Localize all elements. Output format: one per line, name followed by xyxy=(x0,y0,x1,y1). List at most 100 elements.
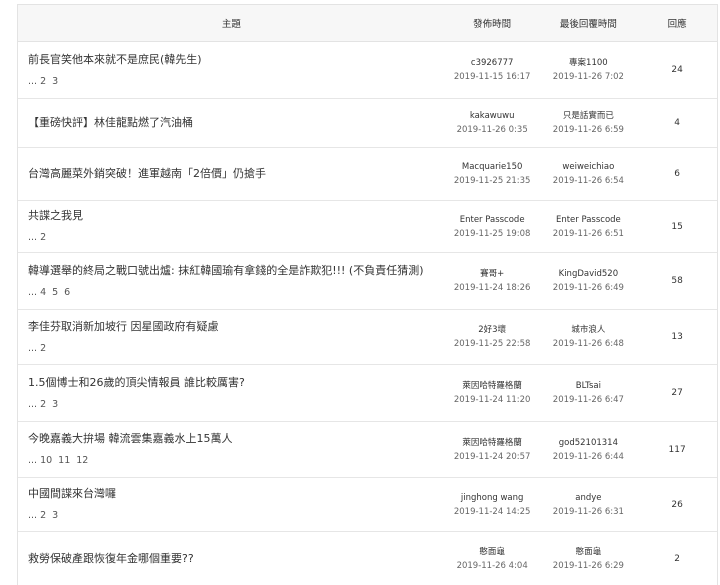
posted-time: 2019-11-26 4:04 xyxy=(456,561,528,571)
page-link[interactable]: 2 xyxy=(40,510,46,521)
posted-cell: kakawuwu 2019-11-26 0:35 xyxy=(445,109,540,137)
last-reply-user-link[interactable]: 只是話實而已 xyxy=(540,109,638,123)
table-row: 前長官笑他本來就不是庶民(韓先生)... 2 3 c3926777 2019-11-15… xyxy=(18,42,717,99)
posted-time: 2019-11-25 22:58 xyxy=(453,339,531,349)
posted-cell: Macquarie150 2019-11-25 21:35 xyxy=(445,160,540,188)
thread-title-link[interactable]: 李佳芬取消新加坡行 因星國政府有疑慮 xyxy=(28,320,445,334)
page-links: ... 2 xyxy=(28,343,445,355)
page-link[interactable]: 6 xyxy=(64,287,70,298)
page-link[interactable]: 11 xyxy=(58,455,70,466)
thread-title-link[interactable]: 【重磅快評】林佳龍點燃了汽油桶 xyxy=(28,116,445,130)
page-link[interactable]: 2 xyxy=(40,343,46,354)
posted-cell: jinghong wang 2019-11-24 14:25 xyxy=(445,491,540,519)
thread-title-link[interactable]: 1.5個博士和26歲的頂尖情報員 誰比較厲害? xyxy=(28,376,445,390)
thread-title-link[interactable]: 今晚嘉義大拚場 韓流雲集嘉義水上15萬人 xyxy=(28,432,445,446)
page-link[interactable]: 2 xyxy=(40,399,46,410)
posted-time: 2019-11-24 14:25 xyxy=(453,506,531,517)
author-link[interactable]: 憨面龜 xyxy=(445,545,540,559)
posted-cell: Enter Passcode 2019-11-25 19:08 xyxy=(445,213,540,241)
reply-count: 6 xyxy=(674,169,680,179)
last-reply-cell: god52101314 2019-11-26 6:44 xyxy=(540,436,638,464)
table-row: 中國間諜來台灣囉... 2 3 jinghong wang 2019-11-24 14:… xyxy=(18,478,717,532)
reply-count: 13 xyxy=(671,332,683,342)
topic-cell: 【重磅快評】林佳龍點燃了汽油桶 xyxy=(18,116,445,130)
posted-cell: 萊因哈特羅格蘭 2019-11-24 20:57 xyxy=(445,436,540,464)
page-link[interactable]: 2 xyxy=(40,232,46,243)
thread-title-link[interactable]: 救勞保破產跟恢復年金哪個重要?? xyxy=(28,552,445,566)
page-link[interactable]: 5 xyxy=(52,287,58,298)
last-reply-user-link[interactable]: BLTsai xyxy=(540,379,638,393)
header-topic: 主題 xyxy=(221,19,241,30)
last-reply-cell: andye 2019-11-26 6:31 xyxy=(540,491,638,519)
thread-title-link[interactable]: 共諜之我見 xyxy=(28,209,445,223)
last-reply-time: 2019-11-26 6:44 xyxy=(552,451,624,462)
page-links: ... 2 3 xyxy=(28,510,445,522)
posted-cell: 萊因哈特羅格蘭 2019-11-24 11:20 xyxy=(445,379,540,407)
page-link[interactable]: 3 xyxy=(52,510,58,521)
table-row: 李佳芬取消新加坡行 因星國政府有疑慮... 2 2好3壞 2019-11-25 22:… xyxy=(18,310,717,365)
page-link[interactable]: 12 xyxy=(76,455,88,466)
last-reply-cell: BLTsai 2019-11-26 6:47 xyxy=(540,379,638,407)
last-reply-user-link[interactable]: andye xyxy=(540,491,638,505)
table-header: 主題 發佈時間 最後回覆時間 回應 xyxy=(18,5,717,42)
author-link[interactable]: c3926777 xyxy=(445,56,540,70)
page-link[interactable]: 4 xyxy=(40,287,46,298)
last-reply-time: 2019-11-26 6:49 xyxy=(552,283,624,293)
topic-cell: 韓導選舉的終局之戰口號出爐: 抹紅韓國瑜有拿錢的全是詐欺犯!!! (不負責任猜測… xyxy=(18,264,445,299)
reply-count: 24 xyxy=(671,65,683,75)
last-reply-user-link[interactable]: 專案1100 xyxy=(540,56,638,70)
page-ellipsis: ... xyxy=(28,286,38,298)
last-reply-user-link[interactable]: Enter Passcode xyxy=(540,213,638,227)
author-link[interactable]: 萊因哈特羅格蘭 xyxy=(445,436,540,450)
thread-rows: 前長官笑他本來就不是庶民(韓先生)... 2 3 c3926777 2019-11-15… xyxy=(18,42,717,585)
author-link[interactable]: jinghong wang xyxy=(445,491,540,505)
thread-title-link[interactable]: 前長官笑他本來就不是庶民(韓先生) xyxy=(28,53,445,67)
last-reply-time: 2019-11-26 7:02 xyxy=(552,72,624,82)
thread-title-link[interactable]: 韓導選舉的終局之戰口號出爐: 抹紅韓國瑜有拿錢的全是詐欺犯!!! (不負責任猜測… xyxy=(28,264,445,278)
author-link[interactable]: 賽哥+ xyxy=(445,267,540,281)
last-reply-time: 2019-11-26 6:59 xyxy=(552,125,624,135)
last-reply-cell: Enter Passcode 2019-11-26 6:51 xyxy=(540,213,638,241)
topic-cell: 中國間諜來台灣囉... 2 3 xyxy=(18,487,445,522)
posted-time: 2019-11-26 0:35 xyxy=(456,125,528,135)
thread-title-link[interactable]: 中國間諜來台灣囉 xyxy=(28,487,445,501)
last-reply-cell: 城市浪人 2019-11-26 6:48 xyxy=(540,323,638,351)
last-reply-cell: 專案1100 2019-11-26 7:02 xyxy=(540,56,638,84)
topic-cell: 救勞保破產跟恢復年金哪個重要?? xyxy=(18,552,445,566)
posted-time: 2019-11-15 16:17 xyxy=(453,72,531,82)
page-links: ... 4 5 6 xyxy=(28,287,445,299)
page-link[interactable]: 3 xyxy=(52,399,58,410)
posted-time: 2019-11-25 21:35 xyxy=(453,176,531,186)
last-reply-time: 2019-11-26 6:54 xyxy=(552,176,624,186)
last-reply-user-link[interactable]: 城市浪人 xyxy=(540,323,638,337)
author-link[interactable]: 萊因哈特羅格蘭 xyxy=(445,379,540,393)
thread-list: 主題 發佈時間 最後回覆時間 回應 前長官笑他本來就不是庶民(韓先生)... 2 3… xyxy=(17,4,718,585)
topic-cell: 前長官笑他本來就不是庶民(韓先生)... 2 3 xyxy=(18,53,445,88)
posted-cell: 賽哥+ 2019-11-24 18:26 xyxy=(445,267,540,295)
last-reply-cell: 只是話實而已 2019-11-26 6:59 xyxy=(540,109,638,137)
last-reply-user-link[interactable]: KingDavid520 xyxy=(540,267,638,281)
last-reply-user-link[interactable]: god52101314 xyxy=(540,436,638,450)
page-link[interactable]: 3 xyxy=(52,76,58,87)
author-link[interactable]: Macquarie150 xyxy=(445,160,540,174)
last-reply-user-link[interactable]: 憨面龜 xyxy=(540,545,638,559)
last-reply-user-link[interactable]: weiweichiao xyxy=(540,160,638,174)
thread-title-link[interactable]: 台灣高麗菜外銷突破！進軍越南「2倍價」仍搶手 xyxy=(28,167,445,181)
author-link[interactable]: Enter Passcode xyxy=(445,213,540,227)
posted-time: 2019-11-24 20:57 xyxy=(453,451,531,462)
table-row: 今晚嘉義大拚場 韓流雲集嘉義水上15萬人... 10 11 12 萊因哈特羅格蘭 2019… xyxy=(18,422,717,478)
reply-count: 58 xyxy=(671,276,683,286)
topic-cell: 李佳芬取消新加坡行 因星國政府有疑慮... 2 xyxy=(18,320,445,355)
table-row: 共諜之我見 ... 2 Enter Passcode 2019-11-25 19:08 E… xyxy=(18,201,717,253)
author-link[interactable]: kakawuwu xyxy=(445,109,540,123)
page-link[interactable]: 10 xyxy=(40,455,52,466)
page-ellipsis: ... xyxy=(28,398,38,410)
page-links: ... 10 11 12 xyxy=(28,455,445,467)
page-link[interactable]: 2 xyxy=(40,76,46,87)
page-ellipsis: ... xyxy=(28,510,38,521)
page-links: ... 2 xyxy=(28,232,445,244)
author-link[interactable]: 2好3壞 xyxy=(445,323,540,337)
topic-cell: 台灣高麗菜外銷突破！進軍越南「2倍價」仍搶手 xyxy=(18,167,445,181)
page-ellipsis: ... xyxy=(28,342,38,354)
reply-count: 15 xyxy=(671,221,683,232)
